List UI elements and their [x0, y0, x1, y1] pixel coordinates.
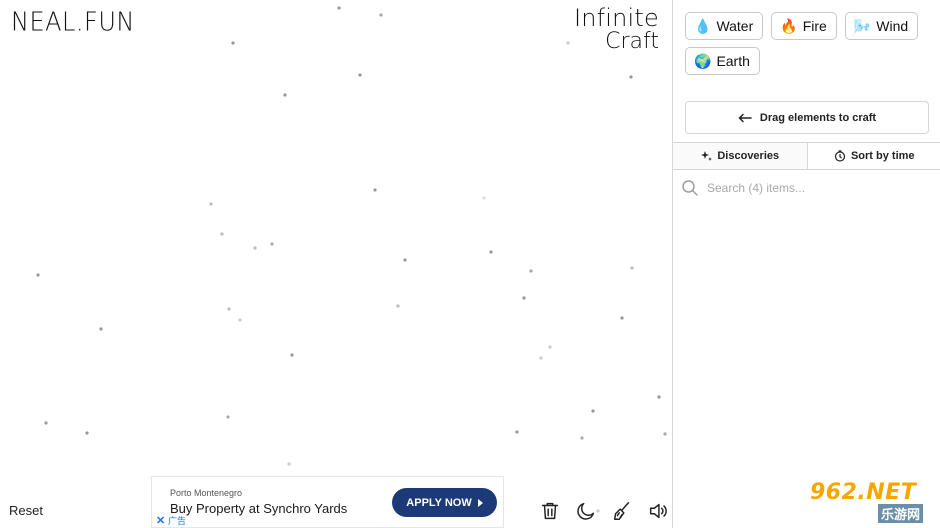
ad-tag: 广告 — [168, 516, 187, 526]
particle — [396, 304, 400, 308]
particle — [489, 250, 493, 254]
element-fire[interactable]: 🔥 Fire — [771, 12, 837, 40]
sidebar: 💧 Water 🔥 Fire 🌬️ Wind 🌍 Earth Drag elem… — [672, 0, 940, 528]
sparkle-icon — [701, 151, 713, 161]
search-bar — [681, 176, 933, 200]
app: NEAL.FUN Infinite Craft Reset Porto Mont… — [0, 0, 940, 528]
search-input[interactable] — [707, 181, 907, 195]
particle — [629, 75, 633, 79]
clock-icon — [834, 150, 846, 162]
element-list: 💧 Water 🔥 Fire 🌬️ Wind 🌍 Earth — [685, 12, 935, 75]
particle — [580, 436, 584, 440]
particle — [591, 409, 595, 413]
particle — [515, 430, 519, 434]
ad-banner[interactable]: Porto Montenegro Buy Property at Synchro… — [151, 476, 504, 528]
drag-hint-label: Drag elements to craft — [759, 111, 877, 124]
particle — [85, 431, 89, 435]
tab-sort-label: Sort by time — [850, 150, 915, 162]
site-watermark: 962.NET 乐游网 — [800, 480, 935, 523]
watermark-text: 962.NET — [810, 480, 917, 505]
particle — [522, 296, 526, 300]
background-particles — [36, 6, 667, 513]
drag-hint: Drag elements to craft — [685, 101, 929, 134]
trash-icon[interactable] — [538, 499, 562, 523]
particle — [548, 345, 552, 349]
tab-discoveries[interactable]: Discoveries — [673, 143, 808, 169]
particle — [231, 41, 235, 45]
particle — [220, 232, 224, 236]
tab-sort-by-time[interactable]: Sort by time — [808, 143, 940, 169]
element-label: Water — [716, 18, 754, 34]
particle — [44, 421, 48, 425]
particle — [226, 415, 230, 419]
play-arrow-icon — [477, 498, 483, 507]
particle — [253, 246, 257, 250]
reset-button[interactable]: Reset — [9, 503, 43, 518]
element-label: Fire — [802, 18, 827, 34]
particle — [539, 356, 543, 360]
wind-icon: 🌬️ — [853, 18, 872, 34]
ad-close-icon[interactable]: ✕ — [156, 515, 165, 527]
particle — [99, 327, 103, 331]
logo-line-2: Craft — [605, 29, 659, 54]
particle — [358, 73, 362, 77]
element-wind[interactable]: 🌬️ Wind — [844, 12, 919, 40]
particle — [630, 266, 634, 270]
logo-line-1: Infinite — [573, 4, 659, 32]
particle — [36, 273, 40, 277]
ad-headline[interactable]: Buy Property at Synchro Yards — [170, 501, 347, 516]
brand-logo[interactable]: NEAL.FUN — [11, 7, 135, 37]
particle — [283, 93, 287, 97]
particle — [663, 432, 667, 436]
element-label: Earth — [716, 53, 750, 69]
particle — [373, 188, 377, 192]
ad-advertiser: Porto Montenegro — [170, 488, 243, 498]
particle — [379, 13, 383, 17]
element-label: Wind — [876, 18, 909, 34]
particle — [337, 6, 341, 10]
fire-icon: 🔥 — [780, 18, 798, 34]
particle — [227, 307, 231, 311]
particle — [657, 395, 661, 399]
element-earth[interactable]: 🌍 Earth — [685, 47, 760, 75]
particle — [620, 316, 624, 320]
broom-icon[interactable] — [610, 499, 634, 523]
particle — [290, 353, 294, 357]
speaker-icon[interactable] — [646, 499, 670, 523]
element-water[interactable]: 💧 Water — [685, 12, 764, 40]
globe-icon: 🌍 — [694, 53, 712, 69]
particle — [566, 41, 570, 45]
craft-canvas[interactable]: NEAL.FUN Infinite Craft Reset Porto Mont… — [0, 0, 672, 528]
search-icon — [682, 180, 698, 196]
particle — [287, 462, 291, 466]
particle — [529, 269, 533, 273]
arrow-left-icon — [738, 113, 752, 122]
ad-cta-label: APPLY NOW — [406, 496, 472, 509]
particle — [270, 242, 274, 246]
moon-icon[interactable] — [574, 499, 598, 523]
watermark-sub: 乐游网 — [878, 504, 924, 523]
particle — [403, 258, 407, 262]
tab-discoveries-label: Discoveries — [717, 150, 780, 162]
infinite-craft-logo: Infinite Craft — [574, 6, 659, 54]
particle — [482, 196, 486, 200]
particle — [209, 202, 213, 206]
water-drop-icon: 💧 — [694, 18, 712, 34]
toolbar — [538, 499, 670, 523]
particle — [238, 318, 242, 322]
sidebar-tabs: Discoveries Sort by time — [673, 142, 940, 170]
ad-apply-button[interactable]: APPLY NOW — [392, 488, 497, 517]
